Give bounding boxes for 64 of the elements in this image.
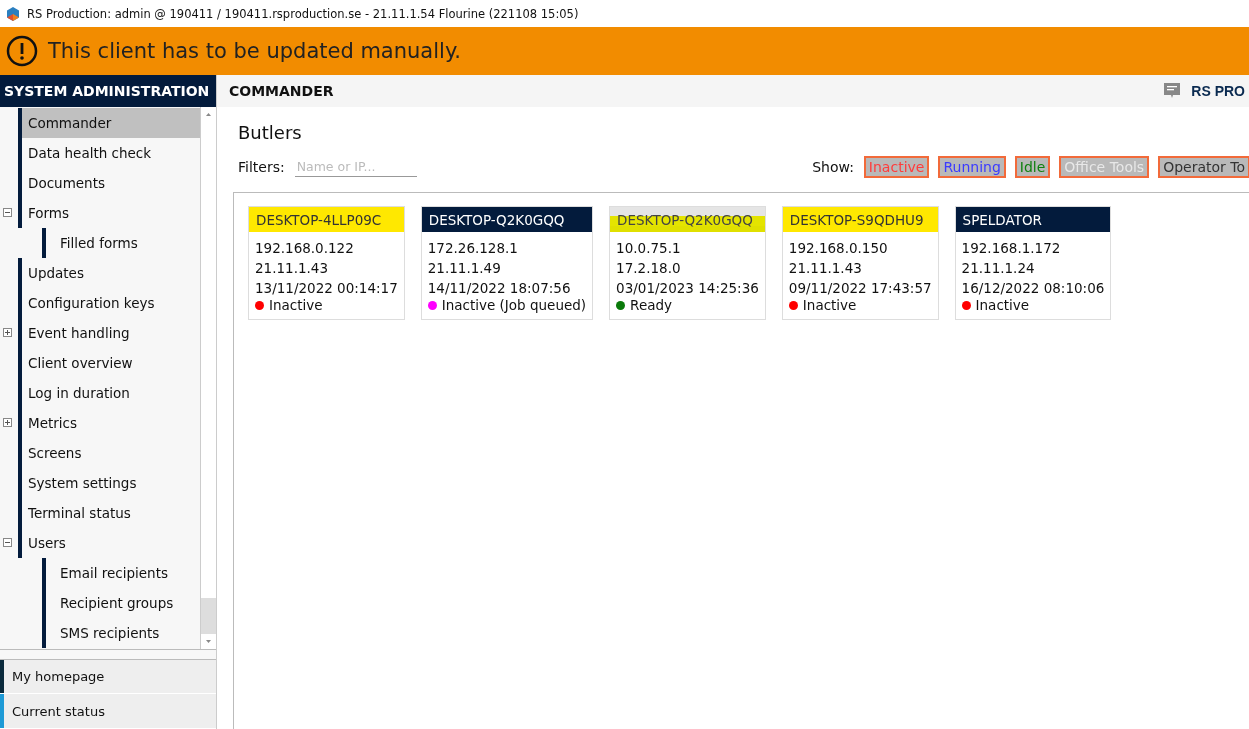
timestamp: 03/01/2023 14:25:36 <box>616 279 759 298</box>
sidebar-item[interactable]: Configuration keys <box>22 287 200 318</box>
timestamp: 14/11/2022 18:07:56 <box>427 279 572 298</box>
status-text: Inactive <box>975 298 1030 313</box>
sidebar-item[interactable]: Commander <box>22 107 200 138</box>
sidebar-item[interactable]: Metrics <box>22 407 200 438</box>
sidebar-item[interactable]: Log in duration <box>22 377 200 408</box>
warning-icon <box>6 35 38 67</box>
ip-address: 192.168.1.172 <box>961 239 1062 258</box>
sidebar-item[interactable]: Updates <box>22 257 200 288</box>
ip-address: 172.26.128.1 <box>427 239 519 258</box>
nav-tab[interactable]: Current status <box>4 694 216 728</box>
sidebar-item[interactable]: Users <box>22 527 200 558</box>
product-name: RS PRO <box>1191 83 1245 99</box>
collapse-icon[interactable] <box>2 538 12 548</box>
sidebar-item[interactable]: System settings <box>22 467 200 498</box>
status-text: Inactive (Job queued) <box>441 298 587 313</box>
sidebar-item[interactable]: Forms <box>22 197 200 228</box>
filters-label: Filters: <box>238 159 285 175</box>
chat-icon[interactable] <box>1163 82 1182 100</box>
version: 21.11.1.43 <box>255 259 329 278</box>
version: 21.11.1.49 <box>427 259 502 278</box>
app-logo-icon <box>6 6 20 21</box>
ip-address: 192.168.0.150 <box>788 239 889 258</box>
status-text: Ready <box>630 298 673 313</box>
scroll-thumb[interactable] <box>201 597 216 634</box>
sidebar-title: SYSTEM ADMINISTRATION <box>4 82 210 99</box>
sidebar-item[interactable]: Documents <box>22 167 200 198</box>
butler-card[interactable]: DESKTOP-4LLP09C 192.168.0.122 21.11.1.43 13/11/2022 00:14:17 Inactive <box>248 206 405 320</box>
version: 21.11.1.24 <box>961 259 1036 278</box>
scrollbar[interactable] <box>200 106 216 649</box>
timestamp: 09/11/2022 17:43:57 <box>788 279 932 298</box>
version: 17.2.18.0 <box>616 259 682 278</box>
expand-icon[interactable] <box>2 328 12 338</box>
status-text: Inactive <box>269 298 323 313</box>
section-title: Butlers <box>237 121 303 145</box>
butler-card[interactable]: DESKTOP-Q2K0GQQ 172.26.128.1 21.11.1.49 14/11/2022 18:07:56 Inactive (Job queued) <box>420 206 594 320</box>
version: 21.11.1.43 <box>788 259 863 278</box>
timestamp: 16/12/2022 08:10:06 <box>961 279 1105 298</box>
butler-name: DESKTOP-Q2K0GQQ <box>421 207 593 232</box>
sidebar-item[interactable]: Event handling <box>22 317 200 348</box>
butler-name: DESKTOP-4LLP09C <box>249 207 404 232</box>
sidebar-item[interactable]: Terminal status <box>22 497 200 528</box>
butler-name: DESKTOP-Q2K0GQQ <box>610 207 765 232</box>
window-title: RS Production: admin @ 190411 / 190411.rsproduction.se - 21.11.1.54 Flourine (221108 15:05) <box>27 6 579 21</box>
sidebar-item[interactable]: Data health check <box>22 137 200 168</box>
show-label: Show: <box>812 159 854 175</box>
collapse-icon[interactable] <box>2 208 12 218</box>
nav-tab[interactable]: My homepage <box>4 659 216 694</box>
ip-address: 192.168.0.122 <box>255 239 355 258</box>
sidebar-item[interactable]: Screens <box>22 437 200 468</box>
sidebar-item[interactable]: Client overview <box>22 347 200 378</box>
butler-card[interactable]: SPELDATOR 192.168.1.172 21.11.1.24 16/12/2022 08:10:06 Inactive <box>954 206 1112 320</box>
filter-toggle[interactable]: Operator To <box>1158 156 1249 178</box>
page-title: COMMANDER <box>229 83 335 99</box>
butler-card[interactable]: DESKTOP-Q2K0GQQ 10.0.75.1 17.2.18.0 03/01/2023 14:25:36 Ready <box>609 206 766 320</box>
expand-icon[interactable] <box>2 418 12 428</box>
timestamp: 13/11/2022 00:14:17 <box>255 279 398 298</box>
status-text: Inactive <box>802 298 857 313</box>
butler-name: SPELDATOR <box>955 207 1111 232</box>
ip-address: 10.0.75.1 <box>616 239 682 258</box>
banner-message: This client has to be updated manually. <box>48 39 461 63</box>
butler-card[interactable]: DESKTOP-S9QDHU9 192.168.0.150 21.11.1.43 09/11/2022 17:43:57 Inactive <box>781 206 939 320</box>
butler-name: DESKTOP-S9QDHU9 <box>782 207 938 232</box>
